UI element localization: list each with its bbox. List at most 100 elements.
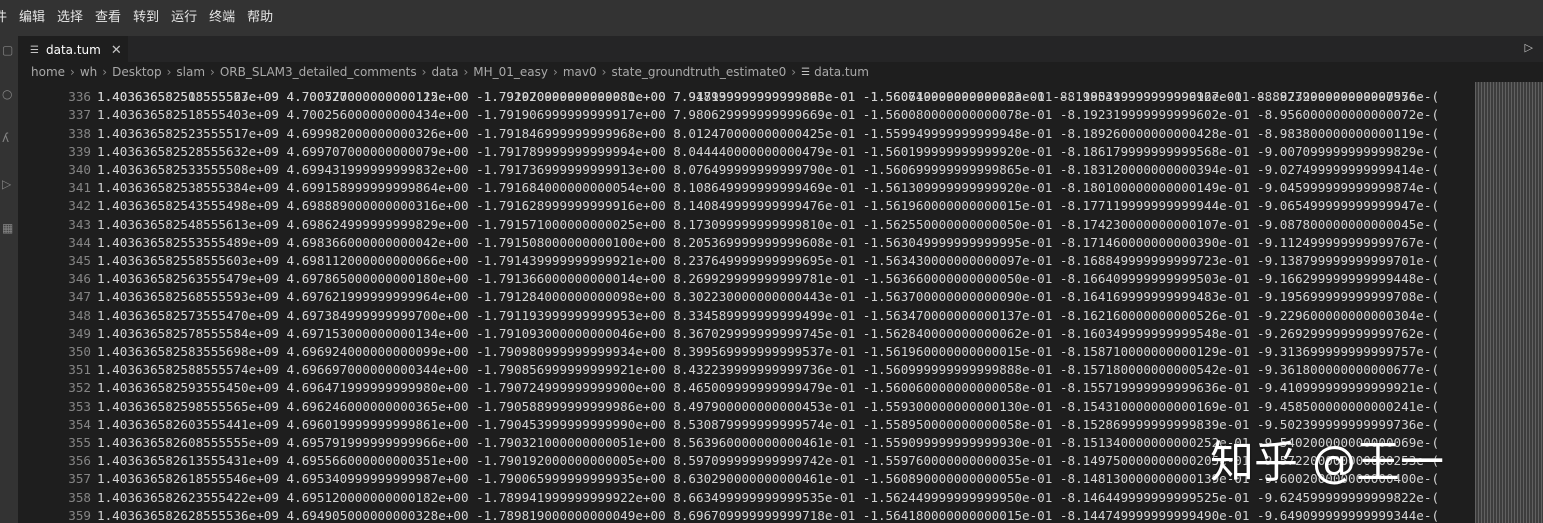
code-text: 1.403636582563555479e+09 4.6978650000000… — [97, 271, 1440, 287]
chevron-right-icon: › — [166, 65, 172, 79]
line-number: 346 — [68, 271, 91, 287]
search-icon[interactable]: ○ — [2, 88, 14, 100]
code-text: 1.403636582593555450e+09 4.6964719999999… — [97, 380, 1440, 396]
breadcrumb-item[interactable]: data — [431, 65, 458, 79]
files-icon[interactable]: ▢ — [2, 44, 14, 56]
run-icon[interactable]: ▷ — [1525, 41, 1533, 54]
code-text: 1.403636582568555593e+09 4.6976219999999… — [97, 289, 1440, 305]
extensions-icon[interactable]: ▦ — [2, 222, 14, 234]
code-text: 1.403636582533555508e+09 4.6994319999999… — [97, 162, 1440, 177]
line-number: 357 — [68, 471, 91, 487]
code-text: 1.403636582553555489e+09 4.6983660000000… — [97, 234, 1440, 250]
chevron-right-icon: › — [553, 65, 558, 79]
file-icon: ☰ — [30, 44, 39, 56]
breadcrumb-item[interactable]: state_groundtruth_estimate0 — [611, 65, 786, 79]
source-control-icon[interactable]: ʎ — [2, 132, 14, 144]
breadcrumb-item[interactable]: slam — [176, 65, 205, 79]
line-number: 339 — [68, 143, 91, 159]
breadcrumb-item[interactable]: wh — [80, 65, 97, 79]
code-text: 1.403636582588555574e+09 4.6966970000000… — [97, 362, 1440, 378]
code-line: 351 1.403636582588555574e+09 4.6966970000… — [18, 361, 1475, 379]
code-line: 350 1.403636582583555698e+09 4.6969240000… — [18, 343, 1475, 361]
activity-bar: ▢ ○ ʎ ▷ ▦ — [0, 36, 18, 523]
menu-terminal[interactable]: 终端 — [203, 0, 241, 36]
code-line: 353 1.403636582598555565e+09 4.6962460000… — [18, 398, 1475, 416]
code-line: 340 1.403636582533555508e+09 4.6994319999… — [18, 161, 1475, 179]
line-number: 350 — [68, 344, 91, 359]
line-number: 345 — [68, 253, 91, 268]
minimap-slider[interactable] — [1475, 82, 1543, 523]
line-number: 341 — [68, 180, 91, 196]
code-line: 343 1.403636582548555613e+09 4.6986249999… — [18, 216, 1475, 234]
menu-edit[interactable]: 编辑 — [13, 0, 51, 36]
code-line: 339 1.403636582528555632e+09 4.6997070000… — [18, 143, 1475, 161]
breadcrumb: home › wh › Desktop › slam › ORB_SLAM3_detai… — [18, 62, 1543, 82]
code-line: 338 1.403636582523555517e+09 4.6999820000… — [18, 125, 1475, 143]
minimap[interactable] — [1475, 82, 1543, 523]
menu-file[interactable]: 件 — [0, 0, 13, 36]
line-number: 356 — [68, 453, 91, 469]
chevron-right-icon: › — [601, 65, 607, 79]
line-number: 347 — [68, 289, 91, 305]
code-line: 348 1.403636582573555470e+09 4.6973849999… — [18, 307, 1475, 325]
code-text: 1.403636582628555536e+09 4.6949050000000… — [97, 507, 1440, 523]
code-text: 1.403636582528555632e+09 4.6997070000000… — [97, 143, 1440, 159]
code-text: 1.403636582598555565e+09 4.6962460000000… — [97, 398, 1440, 414]
code-text: 1.403636582573555470e+09 4.6973849999999… — [97, 307, 1440, 323]
tab-label: data.tum — [46, 43, 101, 57]
code-line: 352 1.403636582593555450e+09 4.6964719999… — [18, 379, 1475, 397]
line-number: 352 — [68, 380, 91, 396]
code-line: 346 1.403636582563555479e+09 4.6978650000… — [18, 270, 1475, 288]
menu-bar: 件 编辑 选择 查看 转到 运行 终端 帮助 — [0, 0, 1543, 36]
chevron-right-icon: › — [791, 65, 797, 79]
code-text: 1.403636582578555584e+09 4.6971530000000… — [97, 325, 1440, 341]
line-number: 353 — [68, 398, 91, 414]
breadcrumb-item[interactable]: home — [31, 65, 65, 79]
code-text: 1.403636582523555517e+09 4.6999820000000… — [97, 125, 1440, 141]
code-line: 341 1.403636582538555384e+09 4.6991589999… — [18, 179, 1475, 197]
code-line: 345 1.403636582558555603e+09 4.6981120000… — [18, 252, 1475, 270]
menu-view[interactable]: 查看 — [89, 0, 127, 36]
line-number: 336 — [68, 89, 91, 105]
code-line: 336 1.403636582513555527e+09 4.7005270000… — [18, 88, 1475, 106]
line-number: 343 — [68, 216, 91, 232]
breadcrumb-item[interactable]: Desktop — [112, 65, 162, 79]
line-number: 354 — [68, 416, 91, 432]
line-number: 359 — [68, 507, 91, 523]
code-text: 1.403636582548555613e+09 4.6986249999999… — [97, 216, 1440, 232]
code-text: 1.403636582583555698e+09 4.6969240000000… — [97, 344, 1440, 359]
code-text: 1.403636582513555527e+09 4.7005270000000… — [97, 89, 1440, 105]
close-icon[interactable]: ✕ — [111, 43, 122, 58]
line-number: 358 — [68, 489, 91, 505]
code-line: 347 1.403636582568555593e+09 4.6976219999… — [18, 288, 1475, 306]
menu-go[interactable]: 转到 — [127, 0, 165, 36]
code-line: 342 1.403636582543555498e+09 4.6988890000… — [18, 197, 1475, 215]
line-number: 337 — [68, 107, 91, 123]
menu-run[interactable]: 运行 — [165, 0, 203, 36]
breadcrumb-item[interactable]: mav0 — [563, 65, 597, 79]
code-text: 1.403636582538555384e+09 4.6991589999999… — [97, 180, 1440, 196]
chevron-right-icon: › — [70, 65, 75, 79]
line-number: 351 — [68, 362, 91, 378]
code-text: 1.403636582518555403e+09 4.7002560000000… — [97, 107, 1440, 123]
line-number: 340 — [68, 162, 91, 177]
code-line: 359 1.403636582628555536e+09 4.6949050000… — [18, 507, 1475, 523]
chevron-right-icon: › — [210, 65, 215, 79]
code-line: 344 1.403636582553555489e+09 4.6983660000… — [18, 234, 1475, 252]
breadcrumb-item[interactable]: MH_01_easy — [473, 65, 548, 79]
breadcrumb-item[interactable]: data.tum — [814, 65, 869, 79]
run-debug-icon[interactable]: ▷ — [2, 178, 14, 190]
line-number: 338 — [68, 125, 91, 141]
tab-data-tum[interactable]: ☰ data.tum ✕ — [18, 36, 128, 63]
breadcrumb-item[interactable]: ORB_SLAM3_detailed_comments — [220, 65, 417, 79]
code-line: 358 1.403636582623555422e+09 4.6951200000… — [18, 489, 1475, 507]
code-line: 337 1.403636582518555403e+09 4.7002560000… — [18, 106, 1475, 124]
line-number: 349 — [68, 325, 91, 341]
code-text: 1.403636582558555603e+09 4.6981120000000… — [97, 253, 1440, 268]
menu-help[interactable]: 帮助 — [241, 0, 279, 36]
watermark: 知乎 @王一 — [1210, 437, 1444, 488]
line-number: 342 — [68, 198, 91, 214]
tab-bar: ☰ data.tum ✕ ▷ — [18, 36, 1543, 63]
menu-selection[interactable]: 选择 — [51, 0, 89, 36]
line-number: 344 — [68, 234, 91, 250]
